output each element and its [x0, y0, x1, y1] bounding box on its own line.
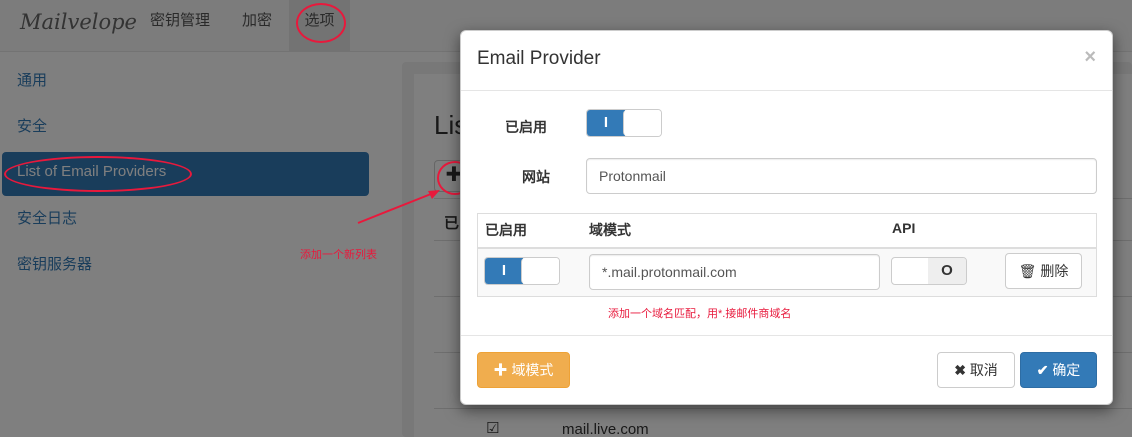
add-domain-pattern-button[interactable]: ✚ 域模式 [477, 352, 570, 388]
row-api-toggle[interactable]: O [891, 257, 967, 285]
site-label: 网站 [522, 169, 550, 185]
annotation-arrow [357, 190, 440, 224]
toggle-knob [521, 258, 559, 284]
row-enabled-toggle[interactable]: I [484, 257, 560, 285]
domain-patterns-table: 已启用 域模式 API I *.mail.protonmail.com O 🗑 … [477, 213, 1097, 297]
modal-footer-divider [461, 335, 1112, 336]
cancel-label: 取消 [969, 362, 998, 378]
delete-button-label: 删除 [1040, 263, 1069, 279]
trash-icon: 🗑 [1018, 263, 1037, 279]
site-name-input[interactable]: Protonmail [586, 158, 1097, 194]
col-domain-header: 域模式 [589, 222, 631, 238]
toggle-knob [623, 110, 661, 136]
email-provider-modal: Email Provider × 已启用 I 网站 Protonmail 已启用… [460, 30, 1113, 405]
annotation-circle-providers [4, 156, 192, 192]
cancel-button[interactable]: ✖ 取消 [937, 352, 1015, 388]
close-icon: ✖ [954, 362, 966, 378]
annotation-circle-options [296, 3, 346, 43]
toggle-on-label: I [587, 110, 625, 136]
delete-domain-button[interactable]: 🗑 删除 [1005, 253, 1082, 289]
toggle-on-label: I [485, 258, 523, 284]
domain-help-annotation: 添加一个域名匹配，用*.接邮件商域名 [608, 308, 792, 320]
col-enabled-header: 已启用 [485, 222, 527, 238]
plus-icon: ✚ [493, 362, 508, 378]
close-icon[interactable]: × [1084, 46, 1096, 69]
confirm-button[interactable]: ✔ 确定 [1020, 352, 1097, 388]
enabled-toggle[interactable]: I [586, 109, 662, 137]
annotation-add-list-text: 添加一个新列表 [300, 249, 377, 261]
toggle-knob [892, 258, 932, 284]
modal-title: Email Provider [477, 48, 601, 69]
modal-header: Email Provider × [461, 31, 1112, 91]
confirm-label: 确定 [1052, 362, 1081, 378]
domain-pattern-input[interactable]: *.mail.protonmail.com [589, 254, 880, 290]
col-api-header: API [892, 220, 916, 236]
table-row: I *.mail.protonmail.com O 🗑 删除 [478, 249, 1096, 296]
checkmark-icon: ✔ [1036, 362, 1049, 378]
toggle-off-label: O [928, 258, 966, 284]
add-domain-label: 域模式 [511, 362, 554, 378]
enabled-label: 已启用 [505, 119, 547, 135]
